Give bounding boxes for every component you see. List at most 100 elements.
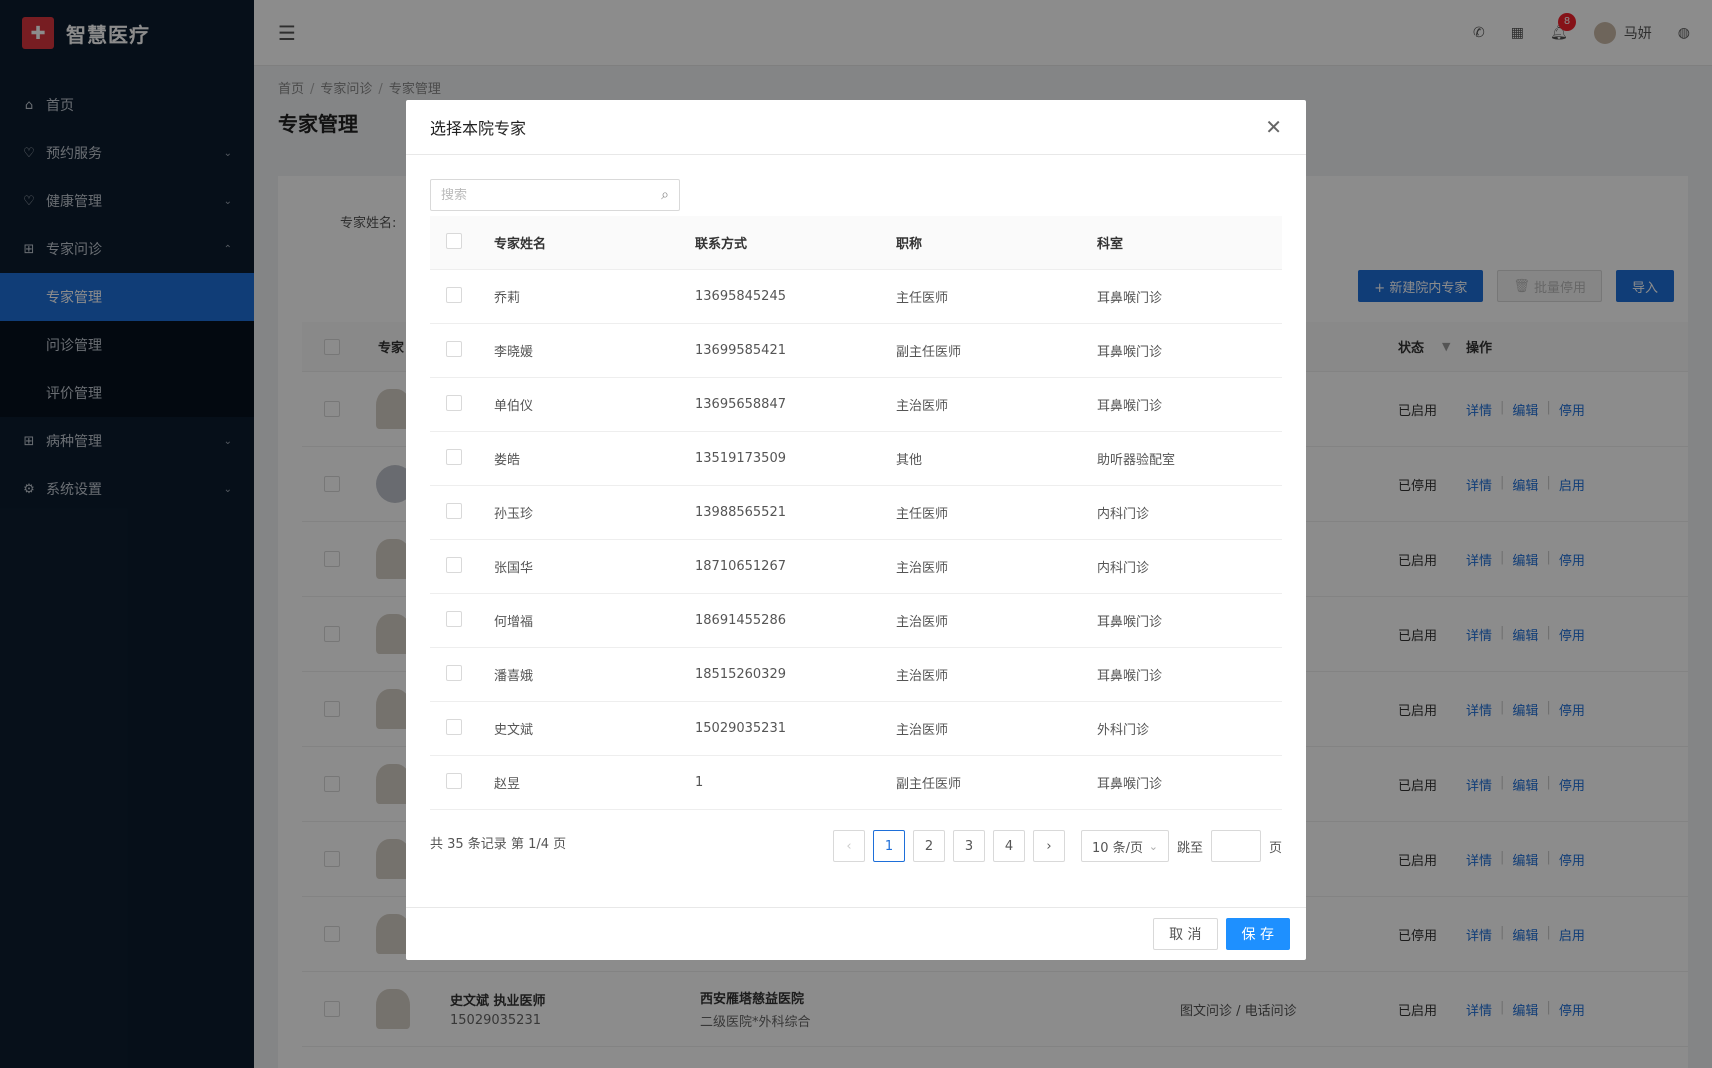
page-size-select[interactable]: 10 条/页 ⌄ xyxy=(1080,830,1169,862)
expert-title: 副主任医师 xyxy=(896,777,962,792)
expert-phone: 13699585421 xyxy=(695,343,786,358)
expert-phone: 13695658847 xyxy=(695,397,786,412)
row-checkbox[interactable] xyxy=(446,394,462,411)
chevron-down-icon: ⌄ xyxy=(1148,839,1158,853)
checkbox-cell xyxy=(430,556,494,577)
expert-name: 乔莉 xyxy=(494,291,521,306)
table-row[interactable]: 乔莉 13695845245 主任医师 耳鼻喉门诊 xyxy=(430,270,1282,324)
row-checkbox[interactable] xyxy=(446,556,462,573)
next-page-button[interactable]: › xyxy=(1032,830,1065,862)
table-row[interactable]: 张国华 18710651267 主治医师 内科门诊 xyxy=(430,540,1282,594)
search-icon[interactable]: ⌕ xyxy=(661,187,669,203)
table-row[interactable]: 娄皓 13519173509 其他 助听器验配室 xyxy=(430,432,1282,486)
modal-table: 专家姓名 联系方式 职称 科室 乔莉 13695845245 主任医师 耳鼻喉门… xyxy=(430,216,1282,810)
expert-name: 孙玉珍 xyxy=(494,507,534,522)
modal-table-body: 乔莉 13695845245 主任医师 耳鼻喉门诊 李晓媛 1369958542… xyxy=(430,270,1282,810)
pagination: ‹ 1 2 3 4 › 10 条/页 ⌄ 跳至 页 xyxy=(832,830,1282,862)
table-row[interactable]: 李晓媛 13699585421 副主任医师 耳鼻喉门诊 xyxy=(430,324,1282,378)
expert-title: 主治医师 xyxy=(896,723,949,738)
expert-name: 赵昱 xyxy=(494,777,521,792)
expert-dept: 外科门诊 xyxy=(1097,723,1150,738)
expert-dept: 耳鼻喉门诊 xyxy=(1097,777,1163,792)
col-header-name: 专家姓名 xyxy=(494,237,547,252)
pagination-info: 共 35 条记录 第 1/4 页 xyxy=(430,837,567,852)
expert-dept: 耳鼻喉门诊 xyxy=(1097,615,1163,630)
expert-name: 单伯仪 xyxy=(494,399,534,414)
expert-title: 主治医师 xyxy=(896,615,949,630)
select-all-checkbox[interactable] xyxy=(446,232,462,249)
modal-header: 选择本院专家 ✕ xyxy=(406,100,1306,155)
row-checkbox[interactable] xyxy=(446,286,462,303)
col-header-phone: 联系方式 xyxy=(695,237,748,252)
expert-title: 主治医师 xyxy=(896,561,949,576)
expert-name: 李晓媛 xyxy=(494,345,534,360)
table-row[interactable]: 孙玉珍 13988565521 主任医师 内科门诊 xyxy=(430,486,1282,540)
search-input[interactable] xyxy=(441,187,662,203)
search-box: ⌕ xyxy=(430,179,680,211)
expert-phone: 13695845245 xyxy=(695,289,786,304)
expert-dept: 助听器验配室 xyxy=(1097,453,1176,468)
table-row[interactable]: 单伯仪 13695658847 主治医师 耳鼻喉门诊 xyxy=(430,378,1282,432)
expert-name: 张国华 xyxy=(494,561,534,576)
expert-title: 副主任医师 xyxy=(896,345,962,360)
checkbox-cell xyxy=(430,772,494,793)
expert-dept: 内科门诊 xyxy=(1097,561,1150,576)
expert-title: 主治医师 xyxy=(896,669,949,684)
page-button[interactable]: 1 xyxy=(872,830,905,862)
page-button[interactable]: 4 xyxy=(992,830,1025,862)
expert-dept: 耳鼻喉门诊 xyxy=(1097,669,1163,684)
modal-title: 选择本院专家 xyxy=(430,119,527,138)
jump-label: 跳至 xyxy=(1176,840,1203,856)
header-checkbox-cell xyxy=(430,232,494,253)
expert-phone: 18515260329 xyxy=(695,667,786,682)
close-icon[interactable]: ✕ xyxy=(1265,115,1282,139)
row-checkbox[interactable] xyxy=(446,610,462,627)
expert-phone: 13519173509 xyxy=(695,451,786,466)
table-row[interactable]: 潘喜娥 18515260329 主治医师 耳鼻喉门诊 xyxy=(430,648,1282,702)
checkbox-cell xyxy=(430,448,494,469)
expert-dept: 内科门诊 xyxy=(1097,507,1150,522)
expert-phone: 1 xyxy=(695,775,704,790)
expert-dept: 耳鼻喉门诊 xyxy=(1097,399,1163,414)
expert-phone: 18691455286 xyxy=(695,613,786,628)
col-header-dept: 科室 xyxy=(1097,237,1124,252)
page-button[interactable]: 2 xyxy=(912,830,945,862)
row-checkbox[interactable] xyxy=(446,718,462,735)
checkbox-cell xyxy=(430,340,494,361)
jump-page-input[interactable] xyxy=(1210,830,1261,862)
expert-name: 潘喜娥 xyxy=(494,669,534,684)
checkbox-cell xyxy=(430,286,494,307)
row-checkbox[interactable] xyxy=(446,502,462,519)
cancel-button[interactable]: 取 消 xyxy=(1153,918,1218,950)
prev-page-button[interactable]: ‹ xyxy=(832,830,865,862)
expert-title: 主任医师 xyxy=(896,291,949,306)
expert-title: 主任医师 xyxy=(896,507,949,522)
expert-name: 娄皓 xyxy=(494,453,521,468)
expert-name: 史文斌 xyxy=(494,723,534,738)
row-checkbox[interactable] xyxy=(446,772,462,789)
checkbox-cell xyxy=(430,502,494,523)
page-button[interactable]: 3 xyxy=(952,830,985,862)
col-header-title: 职称 xyxy=(896,237,923,252)
row-checkbox[interactable] xyxy=(446,340,462,357)
table-row[interactable]: 何增福 18691455286 主治医师 耳鼻喉门诊 xyxy=(430,594,1282,648)
select-expert-modal: 选择本院专家 ✕ ⌕ 专家姓名 联系方式 职称 科室 乔莉 1369584524… xyxy=(406,100,1306,960)
jump-suffix: 页 xyxy=(1268,840,1282,856)
expert-title: 主治医师 xyxy=(896,399,949,414)
expert-name: 何增福 xyxy=(494,615,534,630)
expert-phone: 13988565521 xyxy=(695,505,786,520)
expert-phone: 18710651267 xyxy=(695,559,786,574)
expert-dept: 耳鼻喉门诊 xyxy=(1097,291,1163,306)
modal-footer: 取 消 保 存 xyxy=(406,907,1306,960)
table-row[interactable]: 史文斌 15029035231 主治医师 外科门诊 xyxy=(430,702,1282,756)
save-button[interactable]: 保 存 xyxy=(1225,918,1290,950)
page-size-value: 10 条/页 xyxy=(1091,840,1144,856)
row-checkbox[interactable] xyxy=(446,664,462,681)
expert-title: 其他 xyxy=(896,453,923,468)
checkbox-cell xyxy=(430,610,494,631)
row-checkbox[interactable] xyxy=(446,448,462,465)
table-row[interactable]: 赵昱 1 副主任医师 耳鼻喉门诊 xyxy=(430,756,1282,810)
checkbox-cell xyxy=(430,394,494,415)
modal-table-header: 专家姓名 联系方式 职称 科室 xyxy=(430,216,1282,270)
expert-phone: 15029035231 xyxy=(695,721,786,736)
